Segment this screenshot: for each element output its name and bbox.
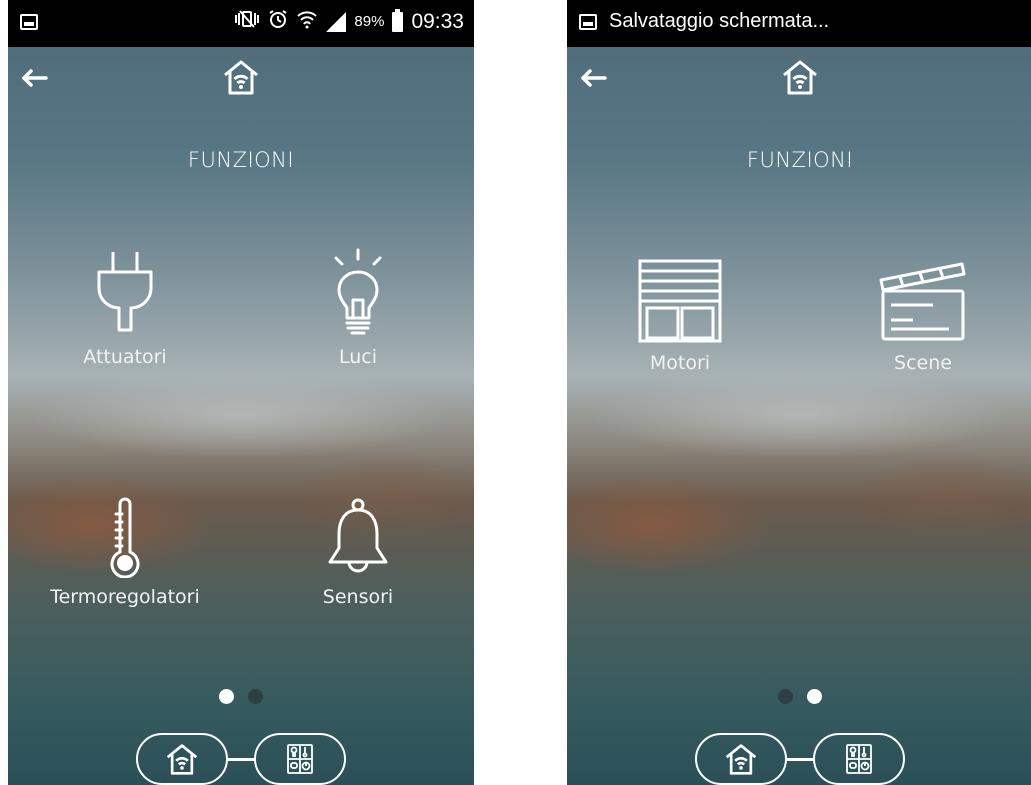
battery-icon bbox=[392, 8, 404, 32]
bottom-home-button[interactable] bbox=[136, 733, 228, 785]
alarm-icon bbox=[268, 9, 288, 34]
status-bar: 89% 09:33 bbox=[8, 0, 474, 47]
tile-sensori[interactable]: Sensori bbox=[258, 496, 458, 608]
phone-screen-functions-page-2: Salvataggio schermata... FUNZIONI Motori bbox=[567, 0, 1031, 785]
screenshot-notification-text: Salvataggio schermata... bbox=[609, 10, 830, 32]
control-panel-icon bbox=[287, 744, 313, 774]
status-bar: Salvataggio schermata... bbox=[567, 0, 1031, 47]
image-icon bbox=[579, 14, 597, 30]
nav-connector bbox=[785, 758, 815, 761]
back-arrow-icon[interactable] bbox=[577, 62, 611, 94]
tile-scene[interactable]: Scene bbox=[823, 258, 1023, 374]
control-panel-icon bbox=[846, 744, 872, 774]
tile-label-attuatori: Attuatori bbox=[83, 346, 167, 368]
page-dot-1[interactable] bbox=[778, 689, 793, 704]
battery-percent: 89% bbox=[354, 13, 385, 30]
tile-label-sensori: Sensori bbox=[322, 586, 394, 608]
home-wifi-icon[interactable] bbox=[222, 58, 260, 96]
nav-connector bbox=[226, 758, 256, 761]
thermometer-icon bbox=[110, 497, 140, 578]
tile-motori[interactable]: Motori bbox=[580, 258, 780, 374]
plug-icon bbox=[97, 252, 153, 332]
image-icon bbox=[20, 14, 38, 30]
page-indicator bbox=[219, 689, 263, 704]
bottom-nav bbox=[695, 733, 905, 785]
home-wifi-icon bbox=[725, 744, 757, 775]
page-title: FUNZIONI bbox=[746, 148, 854, 172]
mute-vibrate-icon bbox=[234, 9, 260, 34]
page-dot-1[interactable] bbox=[219, 689, 234, 704]
signal-icon bbox=[326, 11, 347, 32]
back-arrow-icon[interactable] bbox=[18, 62, 52, 94]
tile-label-motori: Motori bbox=[649, 352, 711, 374]
page-title: FUNZIONI bbox=[187, 148, 295, 172]
home-wifi-icon[interactable] bbox=[781, 58, 819, 96]
tile-termoregolatori[interactable]: Termoregolatori bbox=[25, 496, 225, 608]
shutter-icon bbox=[638, 259, 722, 343]
bulb-icon bbox=[334, 248, 382, 335]
phone-screen-functions-page-1: 89% 09:33 FUNZIONI Attuatori Luci Termor… bbox=[8, 0, 474, 785]
status-right-group: 89% 09:33 bbox=[234, 8, 464, 34]
page-dot-2[interactable] bbox=[807, 689, 822, 704]
home-wifi-icon bbox=[166, 744, 198, 775]
tile-label-termoregolatori: Termoregolatori bbox=[50, 586, 200, 608]
blurred-background bbox=[8, 0, 474, 785]
tile-label-scene: Scene bbox=[894, 352, 952, 374]
bell-icon bbox=[328, 498, 388, 573]
bottom-control-panel-button[interactable] bbox=[254, 733, 346, 785]
page-indicator bbox=[778, 689, 822, 704]
bottom-nav bbox=[136, 733, 346, 785]
bottom-home-button[interactable] bbox=[695, 733, 787, 785]
clock: 09:33 bbox=[411, 9, 464, 33]
tile-luci[interactable]: Luci bbox=[258, 246, 458, 368]
tile-attuatori[interactable]: Attuatori bbox=[25, 248, 225, 368]
clapperboard-icon bbox=[879, 262, 966, 341]
page-dot-2[interactable] bbox=[248, 689, 263, 704]
blurred-background bbox=[567, 0, 1031, 785]
bottom-control-panel-button[interactable] bbox=[813, 733, 905, 785]
wifi-icon bbox=[296, 9, 318, 34]
tile-label-luci: Luci bbox=[338, 346, 378, 368]
